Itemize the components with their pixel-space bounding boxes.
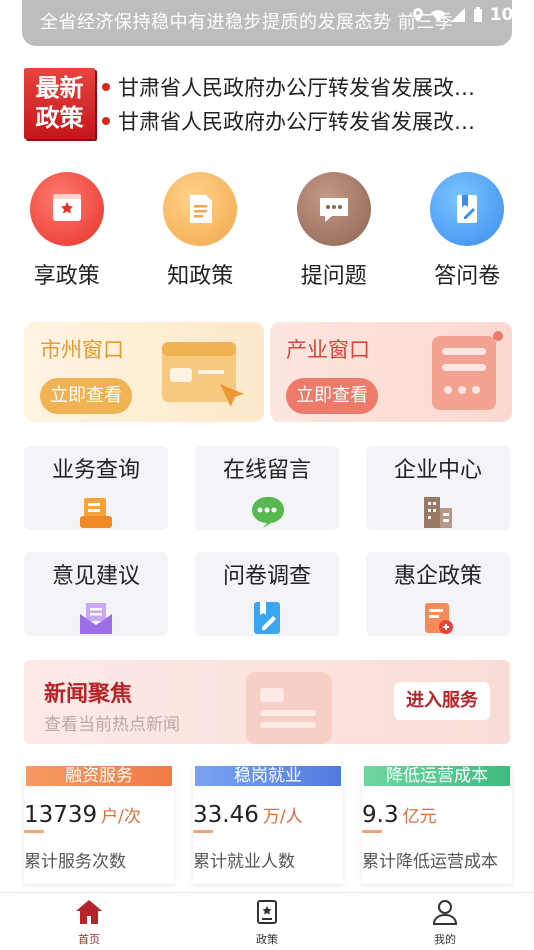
ticker-item-text: 甘肃省人民政府办公厅转发省发展改… bbox=[118, 76, 475, 100]
stat-header: 降低运营成本 bbox=[364, 766, 510, 786]
service-online-message[interactable]: 在线留言 bbox=[195, 446, 339, 530]
survey-icon bbox=[249, 600, 285, 636]
service-suggestions[interactable]: 意见建议 bbox=[24, 552, 168, 636]
ticker-list: 甘肃省人民政府办公厅转发省发展改… 甘肃省人民政府办公厅转发省发展改… bbox=[102, 70, 502, 138]
quick-label: 享政策 bbox=[33, 264, 100, 289]
bullet-dot bbox=[102, 117, 110, 125]
stat-value: 13739 户/次 bbox=[24, 802, 174, 828]
nav-item-policy[interactable]: 政策 bbox=[178, 893, 356, 950]
bottom-nav: 首页 政策 我的 bbox=[0, 892, 534, 950]
city-window-card[interactable]: 市州窗口 立即查看 bbox=[24, 322, 264, 422]
signal-icon bbox=[450, 8, 465, 22]
service-label: 意见建议 bbox=[51, 564, 140, 589]
stat-card-financing[interactable]: 融资服务 13739 户/次 累计服务次数 bbox=[24, 766, 174, 884]
location-icon bbox=[412, 8, 423, 22]
news-subtitle: 查看当前热点新闻 bbox=[44, 715, 180, 735]
stat-description: 累计降低运营成本 bbox=[362, 852, 498, 872]
stat-header: 融资服务 bbox=[26, 766, 172, 786]
quick-entries: 享政策 知政策 提问题 答问卷 bbox=[0, 172, 534, 292]
stat-header: 稳岗就业 bbox=[195, 766, 341, 786]
chat-bubble-icon bbox=[296, 172, 371, 246]
service-enterprise-center[interactable]: 企业中心 bbox=[366, 446, 510, 530]
stat-description: 累计服务次数 bbox=[24, 852, 126, 872]
service-enterprise-policy[interactable]: 惠企政策 bbox=[366, 552, 510, 636]
stat-underline bbox=[24, 830, 44, 833]
latest-policy-badge: 最新 政策 bbox=[24, 68, 95, 139]
stat-value: 33.46 万/人 bbox=[193, 802, 343, 828]
building-icon bbox=[420, 494, 456, 530]
city-window-title: 市州窗口 bbox=[40, 338, 124, 362]
news-title: 新闻聚焦 bbox=[44, 682, 133, 707]
nav-item-home[interactable]: 首页 bbox=[0, 893, 178, 950]
user-icon bbox=[432, 900, 458, 925]
quick-label: 答问卷 bbox=[434, 264, 501, 289]
envelope-icon bbox=[78, 600, 114, 636]
stat-unit: 万/人 bbox=[262, 807, 303, 827]
stat-value: 9.3 亿元 bbox=[362, 802, 512, 828]
bullet-dot bbox=[102, 83, 110, 91]
ticker-item[interactable]: 甘肃省人民政府办公厅转发省发展改… bbox=[102, 104, 502, 138]
industry-window-title: 产业窗口 bbox=[286, 338, 370, 362]
wifi-icon bbox=[430, 10, 445, 21]
stat-unit: 户/次 bbox=[101, 807, 141, 827]
quick-label: 提问题 bbox=[300, 264, 367, 289]
service-label: 企业中心 bbox=[393, 458, 482, 483]
banner-text: 全省经济保持稳中有进稳步提质的发展态势 前三季 bbox=[40, 12, 454, 33]
industry-doc-icon bbox=[432, 331, 503, 410]
card-click-icon bbox=[162, 342, 244, 407]
status-indicator bbox=[0, 6, 4, 20]
business-query-icon bbox=[78, 494, 114, 530]
message-icon bbox=[249, 494, 285, 530]
service-label: 业务查询 bbox=[51, 458, 140, 483]
news-focus-card[interactable]: 新闻聚焦 查看当前热点新闻 进入服务 bbox=[24, 660, 510, 744]
policy-ticker: 最新 政策 甘肃省人民政府办公厅转发省发展改… 甘肃省人民政府办公厅转发省发展改… bbox=[24, 68, 514, 140]
enter-service-button[interactable]: 进入服务 bbox=[394, 682, 490, 720]
service-label: 在线留言 bbox=[222, 458, 311, 483]
industry-window-card[interactable]: 产业窗口 立即查看 bbox=[270, 322, 512, 422]
quick-label: 知政策 bbox=[167, 264, 234, 289]
nav-label: 首页 bbox=[78, 933, 100, 946]
service-business-query[interactable]: 业务查询 bbox=[24, 446, 168, 530]
service-label: 惠企政策 bbox=[393, 564, 482, 589]
stat-unit: 亿元 bbox=[402, 807, 437, 827]
service-survey[interactable]: 问卷调查 bbox=[195, 552, 339, 636]
badge-line-2: 政策 bbox=[35, 104, 84, 132]
policy-badge-icon bbox=[29, 172, 104, 246]
battery-icon bbox=[473, 7, 482, 22]
nav-item-mine[interactable]: 我的 bbox=[356, 893, 534, 950]
stat-number: 13739 bbox=[24, 802, 98, 828]
quick-item-answer-survey[interactable]: 答问卷 bbox=[401, 172, 534, 292]
status-bar: 10:3 bbox=[410, 2, 534, 28]
service-label: 问卷调查 bbox=[222, 564, 311, 589]
quick-item-enjoy-policy[interactable]: 享政策 bbox=[0, 172, 134, 292]
home-icon bbox=[76, 900, 102, 924]
ticker-item[interactable]: 甘肃省人民政府办公厅转发省发展改… bbox=[102, 70, 502, 104]
stat-number: 9.3 bbox=[362, 802, 399, 828]
quick-item-know-policy[interactable]: 知政策 bbox=[134, 172, 268, 292]
news-icon bbox=[246, 672, 332, 744]
nav-label: 我的 bbox=[434, 933, 456, 946]
nav-label: 政策 bbox=[256, 933, 278, 946]
stat-underline bbox=[193, 830, 213, 833]
policy-icon bbox=[257, 900, 277, 924]
badge-line-1: 最新 bbox=[35, 74, 84, 102]
quick-item-ask-question[interactable]: 提问题 bbox=[267, 172, 401, 292]
stat-card-cost-reduction[interactable]: 降低运营成本 9.3 亿元 累计降低运营成本 bbox=[362, 766, 512, 884]
city-window-button[interactable]: 立即查看 bbox=[40, 378, 132, 414]
ticker-item-text: 甘肃省人民政府办公厅转发省发展改… bbox=[118, 110, 475, 134]
policy-doc-icon bbox=[420, 600, 456, 636]
questionnaire-icon bbox=[430, 172, 505, 246]
stat-number: 33.46 bbox=[193, 802, 259, 828]
industry-window-button[interactable]: 立即查看 bbox=[286, 378, 378, 414]
stat-card-employment[interactable]: 稳岗就业 33.46 万/人 累计就业人数 bbox=[193, 766, 343, 884]
document-icon bbox=[163, 172, 238, 246]
status-time: 10:3 bbox=[489, 5, 532, 25]
stat-underline bbox=[362, 830, 382, 833]
stat-description: 累计就业人数 bbox=[193, 852, 295, 872]
